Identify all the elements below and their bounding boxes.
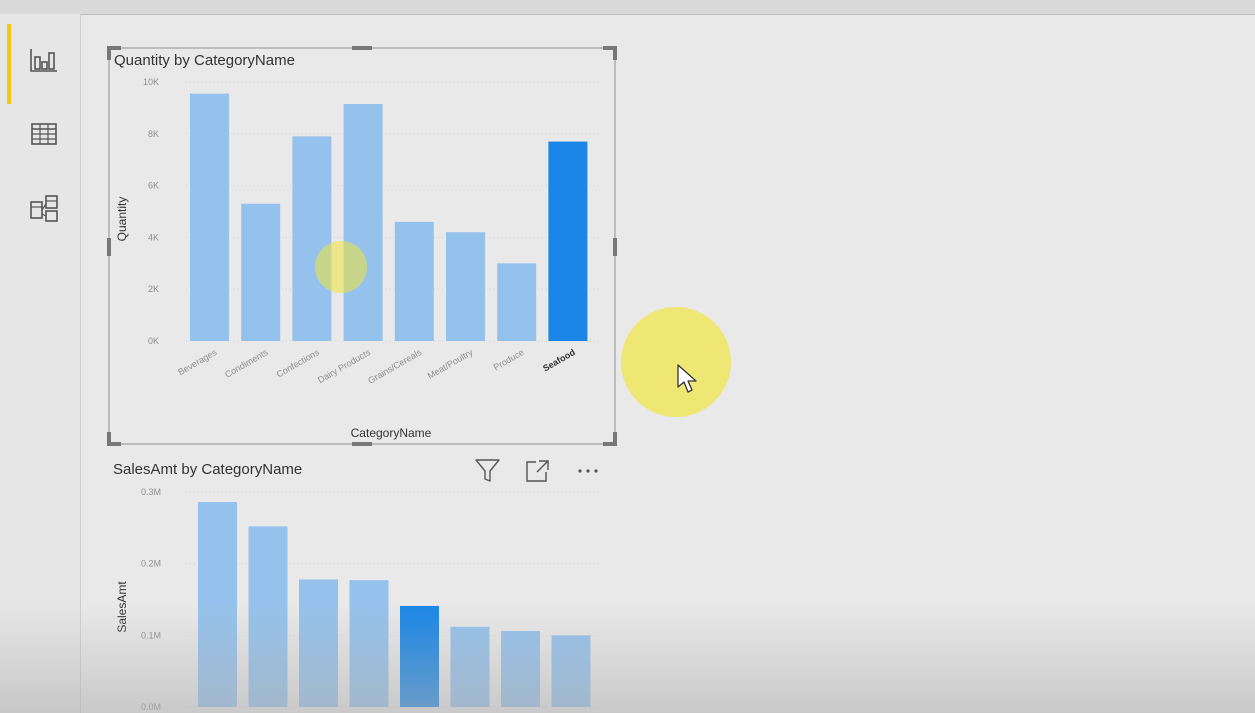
focus-mode-icon[interactable] <box>526 460 549 482</box>
y-tick-label: 0.0M <box>141 702 161 712</box>
y-tick-label: 0.2M <box>141 559 161 569</box>
y-axis-ticks: 0.0M 0.1M 0.2M 0.3M <box>141 487 161 712</box>
filter-icon[interactable] <box>475 459 500 482</box>
top-ribbon-edge <box>0 0 1255 15</box>
bar-category-4[interactable] <box>349 580 389 707</box>
bar-category-1[interactable] <box>198 502 237 707</box>
data-view-icon[interactable] <box>26 116 62 152</box>
bar-category-3[interactable] <box>299 579 338 707</box>
more-options-icon[interactable] <box>578 469 598 473</box>
mouse-pointer-icon <box>677 364 697 393</box>
y-axis-title: SalesAmt <box>115 581 129 633</box>
chart-title: SalesAmt by CategoryName <box>113 461 302 478</box>
y-tick-label: 0.1M <box>141 630 161 640</box>
bars <box>198 502 591 707</box>
y-tick-label: 0.3M <box>141 487 161 497</box>
report-view-icon[interactable] <box>26 42 62 78</box>
view-switcher-sidebar <box>0 14 81 713</box>
active-view-indicator <box>7 24 11 104</box>
bar-category-7[interactable] <box>501 631 540 707</box>
bar-category-5[interactable] <box>400 605 439 707</box>
bar-category-6[interactable] <box>450 626 490 707</box>
bar-category-2[interactable] <box>248 526 288 707</box>
cursor-highlight <box>621 307 731 417</box>
model-view-icon[interactable] <box>26 190 62 226</box>
bar-category-8[interactable] <box>551 635 591 707</box>
